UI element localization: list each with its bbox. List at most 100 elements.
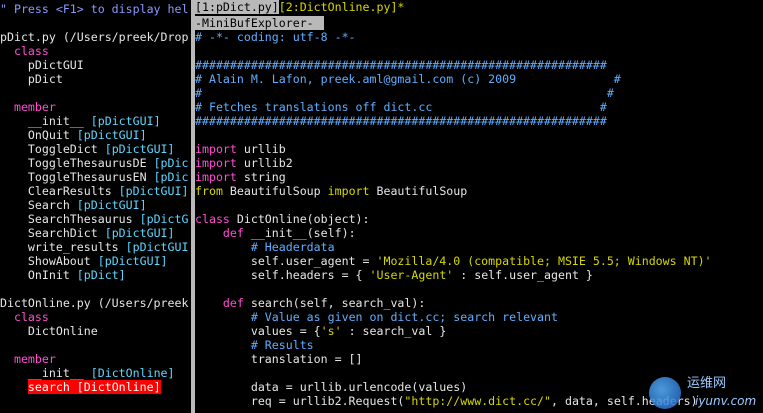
tag-name: ToggleDict [27, 142, 98, 156]
tag-name: DictOnline [27, 324, 98, 338]
tag-class: [pDictGUI] [104, 226, 175, 240]
tag-name: ToggleThesaurusEN [27, 170, 147, 184]
tag-name: SearchThesaurus [27, 212, 133, 226]
tag-class: [pDict] [76, 268, 126, 282]
code-line[interactable]: ########################################… [195, 58, 607, 72]
taglist-tag[interactable]: search [DictOnline] [0, 380, 161, 394]
code-line[interactable]: data = urllib.urlencode(values) [195, 380, 467, 394]
tag-name: ToggleThesaurusDE [27, 156, 147, 170]
taglist-tag[interactable]: ShowAbout [pDictGUI] [0, 254, 168, 268]
code-token: # # [195, 86, 614, 100]
code-line[interactable]: def search(self, search_val): [195, 296, 425, 310]
code-token: # Alain M. Lafon, preek.aml@gmail.com (c… [195, 72, 621, 86]
code-line[interactable]: # -*- coding: utf-8 -*- [195, 30, 356, 44]
code-line[interactable]: # Results [195, 338, 314, 352]
code-token: ########################################… [195, 58, 607, 72]
watermark-globe-icon [649, 377, 681, 409]
tag-class: [pDictGUI] [97, 254, 168, 268]
code-token: 'Mozilla/4.0 (compatible; MSIE 5.5; Wind… [376, 254, 712, 268]
code-token: DictOnline(object): [229, 212, 370, 226]
code-line[interactable]: def __init__(self): [195, 226, 356, 240]
tag-name: pDictGUI [27, 58, 84, 72]
taglist-tag[interactable]: write_results [pDictGUI [0, 240, 189, 254]
code-line[interactable]: # Alain M. Lafon, preek.aml@gmail.com (c… [195, 72, 621, 86]
code-token: self.user_agent = [195, 254, 377, 268]
taglist-tag[interactable]: ToggleThesaurusEN [pDic [0, 170, 189, 184]
taglist-kind-class[interactable]: class [14, 310, 49, 324]
taglist-kind-member[interactable]: member [14, 100, 56, 114]
taglist-tag[interactable]: Search [pDictGUI] [0, 198, 147, 212]
code-token: 'User-Agent' [369, 268, 454, 282]
taglist-kind-member[interactable]: member [14, 352, 56, 366]
buffer-tab-pdict[interactable]: [1:pDict.py] [195, 0, 279, 14]
code-token: search(self, search_val): [243, 296, 426, 310]
taglist-tag[interactable]: pDict [0, 72, 63, 86]
code-token: # Value as given on dict.cc; search rele… [250, 310, 558, 324]
code-line[interactable]: # Headerdata [195, 240, 335, 254]
code-token: string [236, 170, 286, 184]
tag-name: ClearResults [27, 184, 112, 198]
tag-name: __init__ [27, 114, 84, 128]
code-line[interactable]: # Fetches translations off dict.cc # [195, 100, 607, 114]
buffer-tab-dictonline[interactable]: [2:DictOnline.py]* [279, 0, 405, 14]
code-token: def [222, 296, 244, 310]
taglist-tag[interactable]: SearchDict [pDictGUI] [0, 226, 175, 240]
taglist-tag[interactable]: __init__ [DictOnline] [0, 366, 175, 380]
taglist-file-0[interactable]: pDict.py (/Users/preek/Drop [0, 30, 188, 44]
code-line[interactable]: # # [195, 86, 614, 100]
tag-class: [pDictGUI] [76, 198, 147, 212]
taglist-tag[interactable]: OnInit [pDict] [0, 268, 126, 282]
code-token: translation = [] [195, 352, 363, 366]
code-line[interactable]: self.user_agent = 'Mozilla/4.0 (compatib… [195, 254, 712, 268]
taglist-file-1[interactable]: DictOnline.py (/Users/preek [0, 296, 188, 310]
code-line[interactable]: # Value as given on dict.cc; search rele… [195, 310, 558, 324]
taglist-kind-class[interactable]: class [14, 44, 49, 58]
code-token: : search_val } [341, 324, 447, 338]
code-token: 's' [320, 324, 342, 338]
taglist-tag[interactable]: ToggleThesaurusDE [pDic [0, 156, 189, 170]
code-line[interactable]: req = urllib2.Request("http://www.dict.c… [195, 394, 698, 408]
code-line[interactable]: import string [195, 170, 286, 184]
taglist-tag[interactable]: __init__ [pDictGUI] [0, 114, 161, 128]
code-line[interactable]: import urllib [195, 142, 286, 156]
taglist-tag[interactable]: ToggleDict [pDictGUI] [0, 142, 175, 156]
code-token: BeautifulSoup [222, 184, 328, 198]
editor-pane[interactable]: [1:pDict.py][2:DictOnline.py]* -MiniBufE… [195, 0, 763, 413]
code-line[interactable]: from BeautifulSoup import BeautifulSoup [195, 184, 467, 198]
taglist-tag[interactable]: pDictGUI [0, 58, 84, 72]
taglist-pane[interactable]: " Press <F1> to display hel pDict.py (/Us… [0, 0, 190, 413]
code-token: req = urllib2.Request( [195, 394, 405, 408]
tag-name: ShowAbout [27, 254, 91, 268]
code-token: import [195, 170, 237, 184]
tag-name: pDict [27, 72, 63, 86]
tag-class: [DictOnline] [76, 380, 161, 394]
tag-class: [pDictGUI] [104, 142, 175, 156]
tag-class: [DictOnline] [90, 366, 175, 380]
watermark-logo: 运维网 iyunv.com [649, 377, 759, 411]
tag-name: SearchDict [27, 226, 98, 240]
tag-class: [pDic [153, 156, 189, 170]
taglist-tag[interactable]: OnQuit [pDictGUI] [0, 128, 147, 142]
code-token: import [327, 184, 370, 198]
code-line[interactable]: ########################################… [195, 114, 607, 128]
tag-class: [pDictGUI [125, 240, 189, 254]
taglist-tag[interactable]: DictOnline [0, 324, 98, 338]
code-line[interactable]: import urllib2 [195, 156, 293, 170]
code-token: # Headerdata [250, 240, 335, 254]
code-line[interactable]: translation = [] [195, 352, 363, 366]
code-token: from [195, 184, 223, 198]
taglist-tag[interactable]: SearchThesaurus [pDictG [0, 212, 189, 226]
code-token: "http://www.dict.cc/" [404, 394, 551, 408]
code-line[interactable]: class DictOnline(object): [195, 212, 370, 226]
code-line[interactable]: self.headers = { 'User-Agent' : self.use… [195, 268, 593, 282]
code-line[interactable]: values = {'s' : search_val } [195, 324, 446, 338]
taglist-tag[interactable]: ClearResults [pDictGUI] [0, 184, 189, 198]
tag-class: [pDictGUI] [76, 128, 147, 142]
tag-name: __init__ [27, 366, 84, 380]
taglist-help-line: " Press <F1> to display hel [0, 2, 189, 16]
code-token: urllib2 [236, 156, 293, 170]
code-token: def [222, 226, 244, 240]
